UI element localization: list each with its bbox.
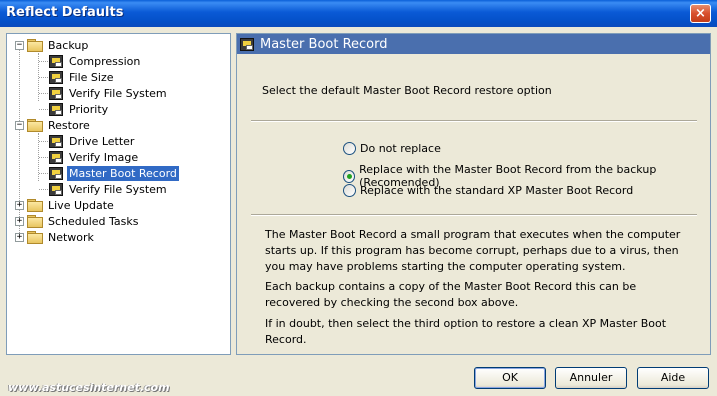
close-icon: ×	[695, 6, 706, 21]
settings-page-icon	[240, 37, 254, 51]
ok-button[interactable]: OK	[474, 367, 546, 389]
expand-icon[interactable]: +	[15, 201, 24, 210]
settings-page-icon	[49, 54, 63, 68]
cancel-button[interactable]: Annuler	[555, 367, 627, 389]
tree-item-label: Verify Image	[69, 150, 139, 164]
folder-icon	[27, 231, 43, 244]
watermark: www.astucesinternet.com	[8, 381, 170, 394]
radio-button[interactable]	[343, 184, 356, 197]
description-paragraph: The Master Boot Record a small program t…	[265, 228, 681, 273]
tree-item-verify-file-system[interactable]: Verify File System	[49, 85, 169, 101]
tree-item-file-size[interactable]: File Size	[49, 69, 115, 85]
tree-item-verify-file-system-restore[interactable]: Verify File System	[49, 181, 169, 197]
tree-item-drive-letter[interactable]: Drive Letter	[49, 133, 136, 149]
collapse-icon[interactable]: −	[15, 41, 24, 50]
settings-page-icon	[49, 86, 63, 100]
settings-panel: Master Boot Record Select the default Ma…	[236, 33, 711, 355]
description-paragraph: Each backup contains a copy of the Maste…	[265, 280, 637, 309]
settings-page-icon	[49, 182, 63, 196]
expand-icon[interactable]: +	[15, 233, 24, 242]
tree-item-live-update[interactable]: Live Update	[27, 197, 116, 213]
tree-item-label: Restore	[48, 118, 90, 132]
tree-item-backup[interactable]: Backup	[27, 37, 90, 53]
tree-item-label: Priority	[69, 102, 109, 116]
separator	[251, 214, 697, 216]
tree-item-label: Live Update	[48, 198, 114, 212]
separator	[251, 120, 697, 122]
tree-item-verify-image[interactable]: Verify Image	[49, 149, 140, 165]
panel-title: Master Boot Record	[260, 36, 388, 52]
folder-open-icon	[27, 39, 43, 52]
settings-page-icon	[49, 70, 63, 84]
collapse-icon[interactable]: −	[15, 121, 24, 130]
expand-icon[interactable]: +	[15, 217, 24, 226]
tree-item-label: Master Boot Record	[67, 165, 179, 181]
settings-page-icon	[49, 166, 63, 180]
close-button[interactable]: ×	[690, 4, 711, 23]
panel-header: Master Boot Record	[237, 34, 710, 54]
settings-page-icon	[49, 102, 63, 116]
tree-item-restore[interactable]: Restore	[27, 117, 92, 133]
radio-label: Replace with the standard XP Master Boot…	[360, 184, 634, 197]
tree-item-label: Drive Letter	[69, 134, 135, 148]
folder-open-icon	[27, 119, 43, 132]
folder-icon	[27, 199, 43, 212]
tree-item-scheduled-tasks[interactable]: Scheduled Tasks	[27, 213, 141, 229]
tree-item-label: Scheduled Tasks	[48, 214, 139, 228]
settings-page-icon	[49, 150, 63, 164]
radio-label: Do not replace	[360, 142, 441, 155]
help-button[interactable]: Aide	[637, 367, 709, 389]
tree-item-label: File Size	[69, 70, 114, 84]
settings-page-icon	[49, 134, 63, 148]
window-title: Reflect Defaults	[6, 5, 124, 20]
tree-item-label: Backup	[48, 38, 89, 52]
settings-tree[interactable]: Backup − Compression File Size Verify Fi…	[6, 33, 231, 355]
radio-option-replace-standard-xp[interactable]: Replace with the standard XP Master Boot…	[343, 184, 633, 197]
radio-button[interactable]	[343, 142, 356, 155]
tree-item-label: Compression	[69, 54, 141, 68]
tree-item-priority[interactable]: Priority	[49, 101, 110, 117]
description-paragraph: If in doubt, then select the third optio…	[265, 317, 667, 346]
option-prompt: Select the default Master Boot Record re…	[262, 84, 552, 97]
radio-option-do-not-replace[interactable]: Do not replace	[343, 142, 441, 155]
tree-item-network[interactable]: Network	[27, 229, 96, 245]
tree-item-label: Network	[48, 230, 94, 244]
folder-icon	[27, 215, 43, 228]
tree-item-label: Verify File System	[69, 86, 167, 100]
tree-item-master-boot-record[interactable]: Master Boot Record	[49, 165, 179, 181]
radio-button[interactable]	[343, 169, 356, 183]
title-bar: Reflect Defaults ×	[0, 0, 717, 27]
tree-item-label: Verify File System	[69, 182, 167, 196]
tree-item-compression[interactable]: Compression	[49, 53, 142, 69]
